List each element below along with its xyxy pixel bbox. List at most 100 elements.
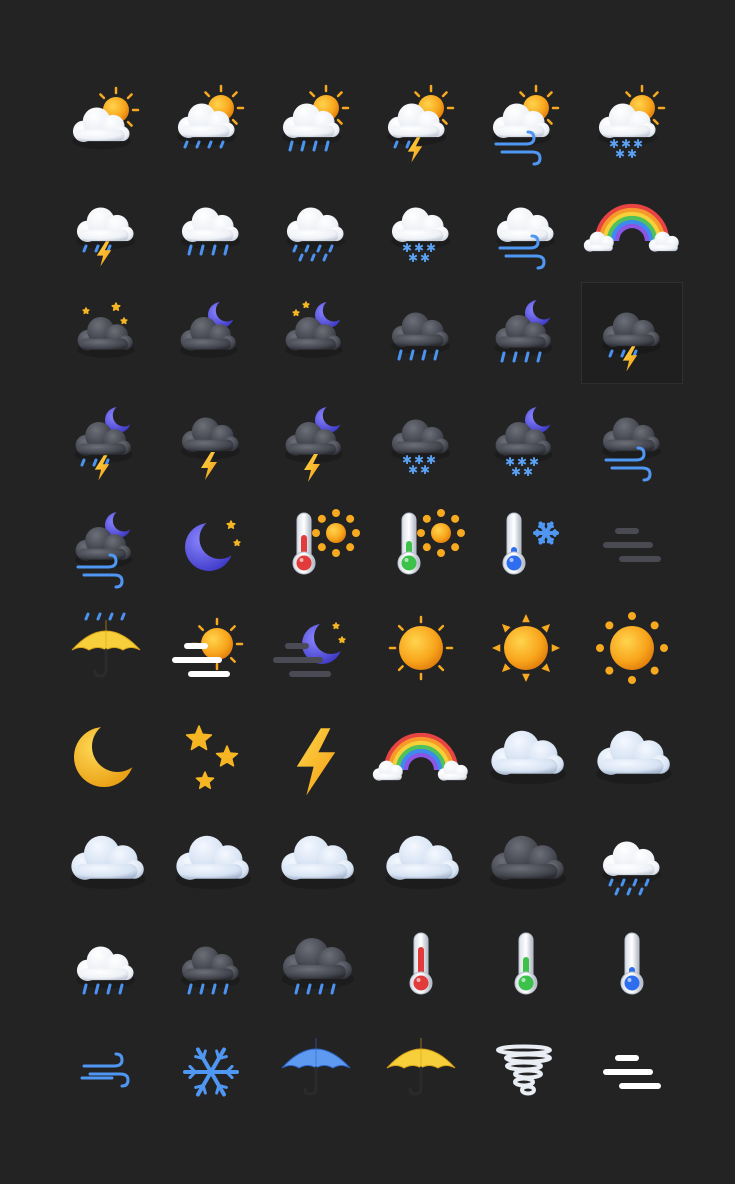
dark-cloud-snow-icon-graphic: ✱ ✱ ✱✱ ✱	[391, 419, 451, 477]
thermometer-cold-icon-graphic	[620, 932, 644, 995]
cloud-snow-icon: ✱ ✱ ✱ ✱ ✱	[371, 178, 471, 278]
cloud-icon-graphic	[70, 835, 146, 890]
partly-cloudy-thunder-icon-graphic	[387, 84, 455, 163]
cloud-rain-icon	[582, 812, 682, 912]
night-cloud-moon-snow-icon: ✱ ✱ ✱ ✱ ✱	[476, 390, 576, 490]
rainbow-icon	[371, 707, 471, 807]
cloud-icon	[56, 812, 156, 912]
night-cloud-moon-wind-icon-graphic	[74, 509, 135, 589]
wind-icon	[56, 1022, 156, 1122]
cloud-rain-icon-graphic	[286, 207, 346, 262]
cloud-icon	[582, 707, 682, 807]
partly-cloudy-day-icon	[56, 72, 156, 172]
partly-cloudy-wind-icon-graphic	[492, 84, 560, 166]
cloud-wind-icon-graphic	[496, 207, 556, 270]
partly-cloudy-wind-icon	[476, 72, 576, 172]
fog-icon	[582, 1022, 682, 1122]
svg-text:✱: ✱	[420, 251, 430, 265]
cloud-icon-graphic	[175, 835, 251, 890]
crescent-moon-stars-icon-graphic	[185, 518, 241, 571]
cloud-icon-graphic	[280, 835, 356, 890]
weather-icon-sheet: ✱ ✱ ✱ ✱ ✱ ✱ ✱ ✱ ✱ ✱ ✱ ✱ ✱ ✱ ✱ ✱ ✱ ✱ ✱ ✱	[0, 0, 735, 1184]
dark-cloud-thunder-rain-icon	[581, 282, 683, 384]
partly-cloudy-rain-icon-graphic	[177, 84, 245, 149]
yellow-umbrella-icon	[371, 1022, 471, 1122]
svg-text:✱: ✱	[615, 147, 625, 161]
dark-cloud-thunder-icon	[161, 390, 261, 490]
sun-icon-graphic	[388, 615, 454, 681]
dark-cloud-heavy-rain-icon-graphic	[282, 938, 354, 995]
blue-umbrella-icon-graphic	[281, 1038, 351, 1096]
rainbow-icon-graphic	[372, 732, 468, 781]
night-cloud-moon-stars-icon	[266, 283, 366, 383]
partly-cloudy-snow-icon: ✱ ✱ ✱ ✱ ✱	[582, 72, 682, 172]
sun-triangle-rays-icon	[476, 600, 576, 700]
svg-text:✱: ✱	[523, 465, 533, 479]
svg-text:✱: ✱	[627, 147, 637, 161]
golden-moon-icon	[56, 707, 156, 807]
cloud-thunder-rain-icon-graphic	[76, 207, 136, 267]
stars-icon	[161, 707, 261, 807]
dark-fog-icon-graphic	[603, 528, 661, 562]
thermometer-cold-snowflake-icon	[476, 495, 576, 595]
cloud-heavy-rain-icon	[56, 917, 156, 1017]
cloud-icon-graphic	[596, 730, 672, 785]
moon-haze-icon-graphic	[273, 620, 348, 677]
dark-cloud-icon-graphic	[490, 835, 566, 890]
sun-dot-rays-icon	[582, 600, 682, 700]
dark-cloud-thunder-icon-graphic	[181, 417, 241, 480]
dark-cloud-thunder-rain-icon-graphic	[602, 312, 662, 372]
partly-cloudy-day-icon-graphic	[72, 86, 140, 150]
yellow-umbrella-icon-graphic	[386, 1038, 456, 1096]
sun-icon	[371, 600, 471, 700]
cloud-heavy-rain-icon	[161, 178, 261, 278]
dark-cloud-rain-icon	[161, 917, 261, 1017]
dark-fog-icon	[582, 495, 682, 595]
partly-cloudy-heavy-rain-icon	[266, 72, 366, 172]
night-cloud-moon-thunder-icon-graphic	[284, 404, 345, 482]
thermometer-hot-sun-icon-graphic	[292, 509, 360, 575]
stars-icon-graphic	[185, 725, 239, 790]
dark-cloud-wind-icon	[582, 390, 682, 490]
lightning-icon	[266, 707, 366, 807]
rainbow-icon	[582, 178, 682, 278]
thermometer-hot-sun-icon	[266, 495, 366, 595]
night-cloud-moon-thunder-rain-icon-graphic	[74, 404, 135, 481]
cloud-icon-graphic	[385, 835, 461, 890]
thermometer-warm-sun-icon	[371, 495, 471, 595]
night-cloud-moon-thunder-icon	[266, 390, 366, 490]
snowflake-icon-graphic	[183, 1047, 239, 1097]
blue-umbrella-icon	[266, 1022, 366, 1122]
cloud-thunder-rain-icon	[56, 178, 156, 278]
thermometer-hot-icon-graphic	[409, 932, 433, 995]
lightning-icon-graphic	[296, 728, 336, 796]
tornado-icon	[476, 1022, 576, 1122]
crescent-moon-stars-icon	[161, 495, 261, 595]
rainbow-icon-graphic	[583, 203, 679, 252]
dark-cloud-rain-icon-graphic	[391, 312, 451, 361]
svg-text:✱: ✱	[420, 463, 430, 477]
cloud-icon	[476, 707, 576, 807]
thermometer-warm-sun-icon-graphic	[397, 509, 465, 575]
cloud-icon-graphic	[490, 730, 566, 785]
wind-icon-graphic	[80, 1052, 130, 1088]
night-cloud-moon-icon-graphic	[179, 299, 238, 358]
thermometer-hot-icon	[371, 917, 471, 1017]
cloud-heavy-rain-icon-graphic	[76, 946, 136, 995]
svg-text:✱: ✱	[408, 463, 418, 477]
umbrella-rain-icon	[56, 600, 156, 700]
tornado-icon-graphic	[496, 1044, 552, 1096]
thermometer-cold-snowflake-icon-graphic	[502, 512, 559, 575]
cloud-wind-icon	[476, 178, 576, 278]
night-cloud-moon-icon	[161, 283, 261, 383]
dark-cloud-heavy-rain-icon	[266, 917, 366, 1017]
partly-cloudy-heavy-rain-icon-graphic	[282, 84, 350, 152]
dark-cloud-rain-icon	[371, 283, 471, 383]
night-cloud-stars-icon-graphic	[76, 302, 135, 358]
partly-cloudy-snow-icon-graphic: ✱ ✱ ✱✱ ✱	[598, 84, 666, 161]
dark-cloud-rain-icon-graphic	[181, 946, 241, 995]
thermometer-cold-icon	[582, 917, 682, 1017]
night-cloud-moon-rain-icon-graphic	[494, 297, 555, 363]
night-cloud-moon-wind-icon	[56, 495, 156, 595]
umbrella-rain-icon-graphic	[71, 612, 141, 678]
